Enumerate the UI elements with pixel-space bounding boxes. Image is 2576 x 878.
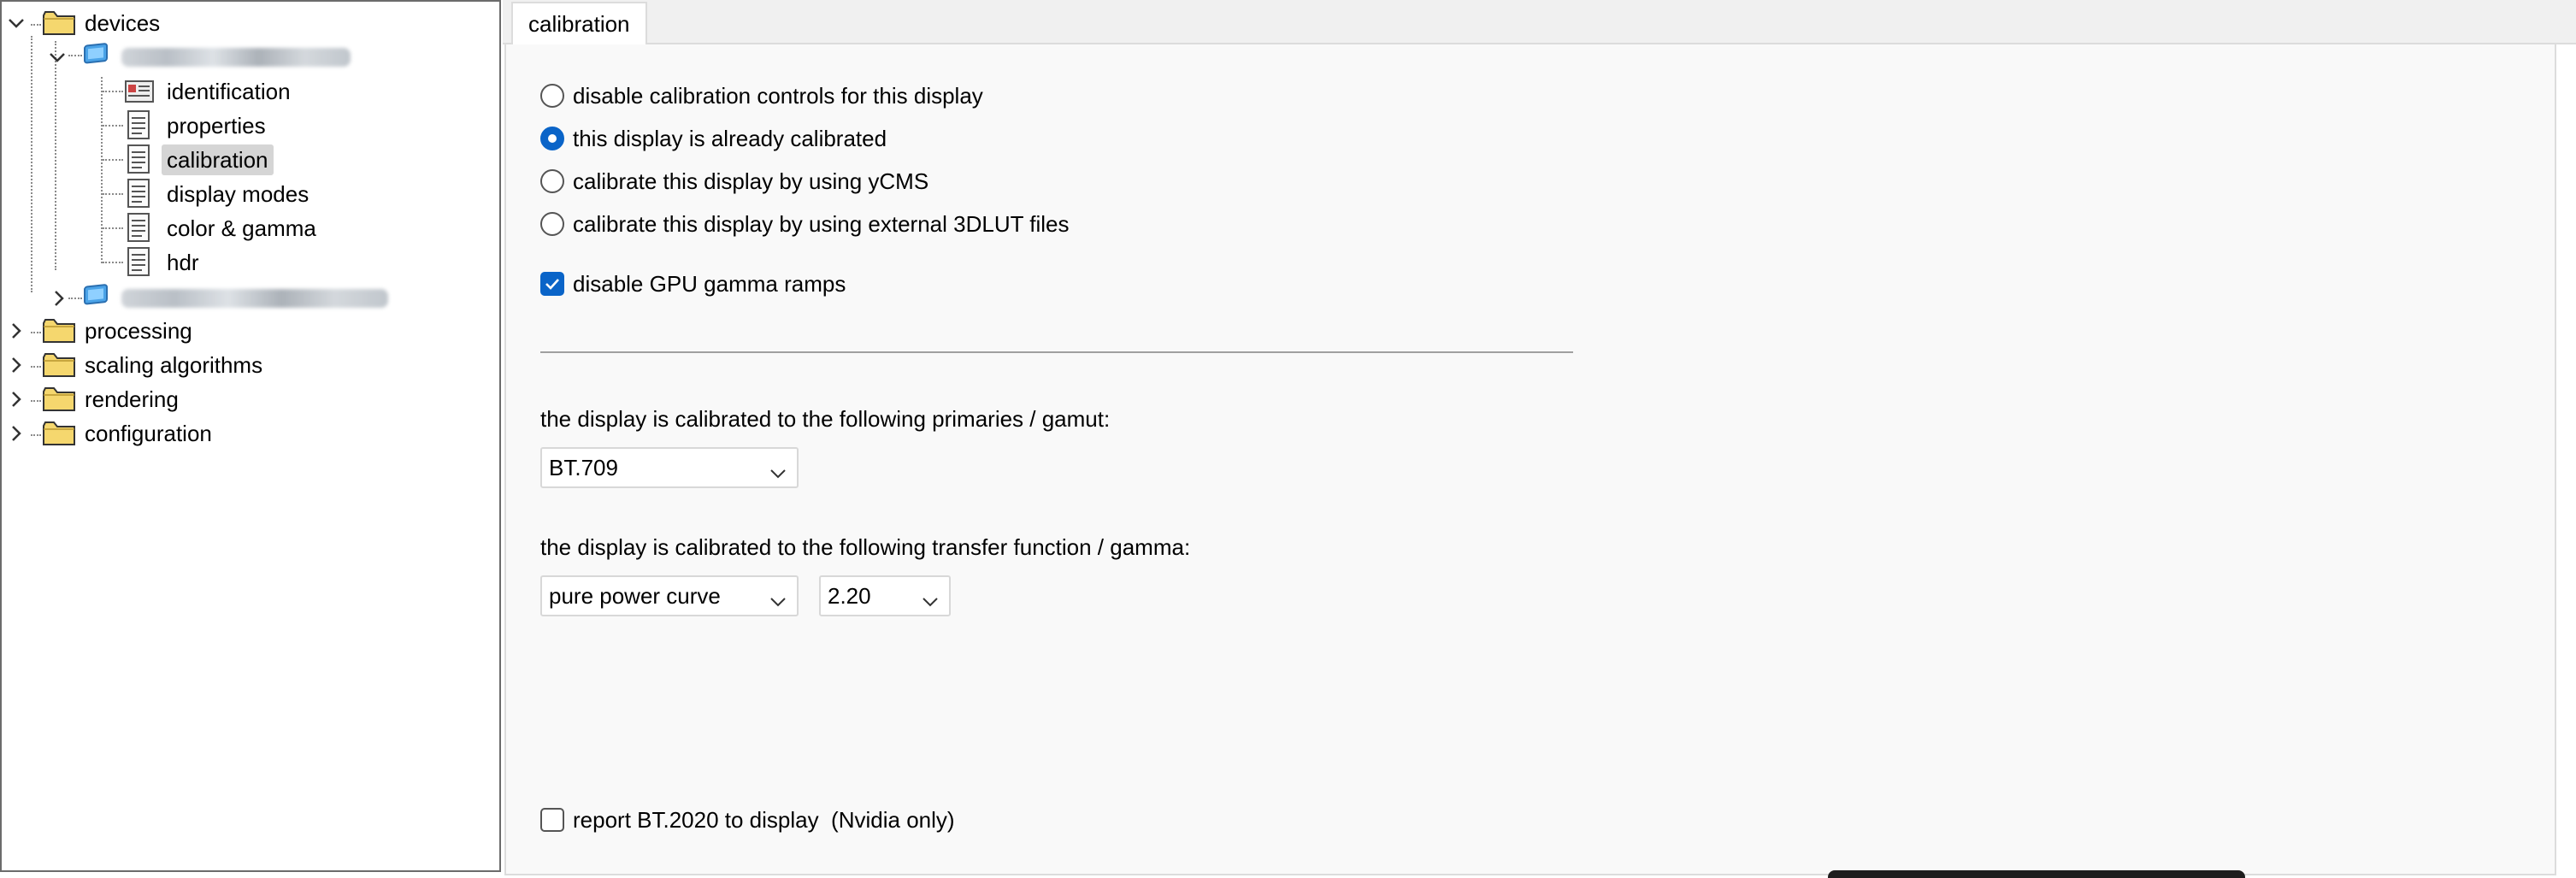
radio-label: calibrate this display by using yCMS xyxy=(573,168,929,194)
chevron-right-icon[interactable] xyxy=(7,356,26,374)
tree-connector xyxy=(103,91,123,92)
folder-icon xyxy=(43,352,75,378)
radio-button[interactable] xyxy=(540,84,564,108)
checkbox-unchecked[interactable] xyxy=(540,808,564,832)
folder-icon xyxy=(43,386,75,412)
monitor-icon xyxy=(82,43,111,70)
taskbar-edge xyxy=(1828,870,2245,878)
tree-item-devices[interactable]: devices xyxy=(85,8,160,38)
primaries-select[interactable]: BT.709 xyxy=(540,447,799,488)
tree-connector xyxy=(103,159,123,161)
tree-item-hdr[interactable]: hdr xyxy=(167,247,199,278)
settings-tree: devices identification properties calibr… xyxy=(0,0,501,872)
document-icon xyxy=(127,109,152,140)
tree-connector xyxy=(31,400,41,402)
tree-connector xyxy=(31,24,41,26)
document-icon xyxy=(127,212,152,243)
chevron-right-icon[interactable] xyxy=(7,424,26,443)
chevron-down-icon[interactable] xyxy=(48,48,67,67)
transfer-curve-select[interactable]: pure power curve xyxy=(540,575,799,616)
tree-item-scaling-algorithms[interactable]: scaling algorithms xyxy=(85,350,262,380)
chevron-down-icon xyxy=(768,586,788,607)
tree-guide-line xyxy=(101,77,103,263)
tree-connector xyxy=(31,434,41,436)
divider xyxy=(540,351,1573,353)
monitor-icon xyxy=(82,284,111,311)
tree-connector xyxy=(68,55,82,56)
transfer-heading: the display is calibrated to the followi… xyxy=(540,534,1191,560)
folder-icon xyxy=(43,318,75,344)
radio-label: this display is already calibrated xyxy=(573,126,887,151)
radio-button[interactable] xyxy=(540,212,564,236)
tree-guide-line xyxy=(55,41,56,270)
tree-connector xyxy=(103,125,123,127)
tree-guide-line xyxy=(31,36,32,292)
chevron-right-icon[interactable] xyxy=(7,390,26,409)
tree-connector xyxy=(31,332,41,333)
chevron-right-icon[interactable] xyxy=(7,321,26,340)
radio-button[interactable] xyxy=(540,169,564,193)
chevron-down-icon[interactable] xyxy=(7,14,26,32)
device-name-redacted[interactable] xyxy=(121,48,351,67)
radio-label: calibrate this display by using external… xyxy=(573,211,1070,237)
chevron-down-icon xyxy=(768,457,788,479)
document-icon xyxy=(127,246,152,277)
select-value: BT.709 xyxy=(549,455,618,480)
tree-item-identification[interactable]: identification xyxy=(167,76,291,107)
checkbox-label: report BT.2020 to display (Nvidia only) xyxy=(573,807,955,833)
document-icon xyxy=(127,144,152,174)
checkbox-label: disable GPU gamma ramps xyxy=(573,271,846,297)
primaries-heading: the display is calibrated to the followi… xyxy=(540,406,1111,432)
document-icon xyxy=(127,178,152,209)
radio-button-selected[interactable] xyxy=(540,127,564,150)
tree-item-configuration[interactable]: configuration xyxy=(85,418,212,449)
tree-item-properties[interactable]: properties xyxy=(167,110,266,141)
gamma-value-select[interactable]: 2.20 xyxy=(819,575,951,616)
folder-icon xyxy=(43,421,75,446)
tree-connector xyxy=(31,366,41,368)
tree-item-calibration[interactable]: calibration xyxy=(162,144,274,175)
device-name-redacted[interactable] xyxy=(121,289,388,308)
tree-connector xyxy=(103,193,123,195)
select-value: pure power curve xyxy=(549,583,721,609)
folder-icon xyxy=(43,10,75,36)
tree-item-processing[interactable]: processing xyxy=(85,315,192,346)
tab-strip xyxy=(503,0,2576,44)
tree-item-display-modes[interactable]: display modes xyxy=(167,179,309,209)
radio-label: disable calibration controls for this di… xyxy=(573,83,983,109)
checkmark-icon xyxy=(545,279,559,290)
tab-calibration[interactable]: calibration xyxy=(511,2,647,46)
chevron-down-icon xyxy=(920,586,940,607)
chevron-right-icon[interactable] xyxy=(50,289,68,308)
tree-connector xyxy=(68,298,82,299)
tree-item-rendering[interactable]: rendering xyxy=(85,384,179,415)
checkbox-checked[interactable] xyxy=(540,272,564,296)
tree-connector xyxy=(103,227,123,229)
tree-connector xyxy=(103,262,123,263)
select-value: 2.20 xyxy=(828,583,871,609)
id-card-icon xyxy=(125,79,154,104)
tree-item-color-gamma[interactable]: color & gamma xyxy=(167,213,316,244)
